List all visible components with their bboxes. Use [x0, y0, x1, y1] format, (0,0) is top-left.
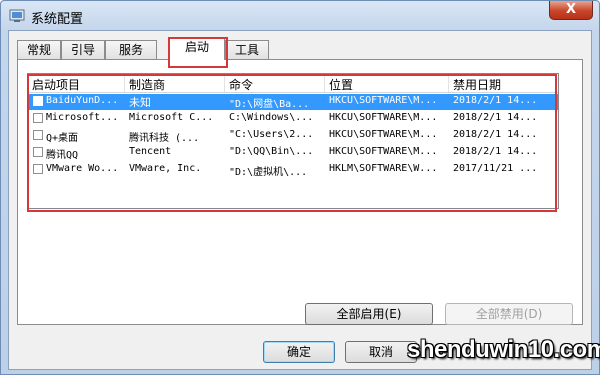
cell-location: HKLM\SOFTWARE\W... [329, 163, 438, 174]
cell-command: "D:\网盘\Ba... [229, 99, 310, 110]
cell-maker: 腾讯科技 (... [129, 133, 200, 144]
list-row[interactable]: Q+桌面 腾讯科技 (... "C:\Users\2... HKCU\SOFTW… [28, 128, 558, 144]
cell-command: C:\Windows\... [229, 112, 314, 123]
column-divider[interactable] [448, 74, 449, 92]
cell-date: 2018/2/1 14... [453, 146, 538, 157]
system-config-icon [9, 9, 25, 22]
cell-location: HKCU\SOFTWARE\M... [329, 112, 438, 123]
column-header-disable-date[interactable]: 禁用日期 [453, 76, 501, 93]
column-header-maker[interactable]: 制造商 [129, 76, 165, 93]
system-config-window: 系统配置 X 常规 引导 服务 启动 工具 启动项目 制造商 命令 位置 禁用日… [0, 0, 600, 375]
window-title: 系统配置 [31, 12, 84, 27]
column-header-command[interactable]: 命令 [229, 76, 253, 93]
cell-maker: 未知 [129, 96, 151, 109]
disable-all-button[interactable]: 全部禁用(D) [445, 303, 573, 325]
cell-location: HKCU\SOFTWARE\M... [329, 146, 438, 157]
startup-tab-highlight [168, 37, 228, 68]
list-row[interactable]: BaiduYunD... 未知 "D:\网盘\Ba... HKCU\SOFTWA… [28, 94, 558, 110]
cell-item: Microsoft... [46, 112, 119, 123]
column-divider[interactable] [224, 74, 225, 92]
dialog-client-area: 常规 引导 服务 启动 工具 启动项目 制造商 命令 位置 禁用日期 Baidu… [8, 30, 592, 370]
startup-checkbox[interactable] [33, 130, 43, 140]
cell-location: HKCU\SOFTWARE\M... [329, 129, 438, 140]
cell-command: "D:\QQ\Bin\... [229, 146, 314, 157]
cell-location: HKCU\SOFTWARE\M... [329, 95, 438, 106]
startup-checkbox[interactable] [33, 96, 43, 106]
watermark-text: shenduwin10.com [407, 336, 600, 363]
tab-boot[interactable]: 引导 [61, 40, 105, 59]
startup-checkbox[interactable] [33, 147, 43, 157]
cell-command: "C:\Users\2... [229, 129, 314, 140]
cell-date: 2018/2/1 14... [453, 129, 538, 140]
cell-date: 2017/11/21 ... [453, 163, 538, 174]
startup-items-list[interactable]: 启动项目 制造商 命令 位置 禁用日期 BaiduYunD... 未知 "D:\… [27, 73, 559, 209]
title-bar[interactable]: 系统配置 [1, 1, 599, 31]
cell-item: 腾讯QQ [46, 150, 79, 161]
cell-item: BaiduYunD... [46, 95, 119, 106]
column-divider[interactable] [124, 74, 125, 92]
column-header-item[interactable]: 启动项目 [32, 76, 80, 93]
tab-services[interactable]: 服务 [105, 40, 157, 59]
tab-tools[interactable]: 工具 [225, 40, 269, 59]
cell-command: "D:\虚拟机\... [229, 167, 308, 178]
tab-general[interactable]: 常规 [17, 40, 61, 59]
cell-item: VMware Wo... [46, 163, 119, 174]
enable-all-button[interactable]: 全部启用(E) [305, 303, 433, 325]
close-button[interactable]: X [549, 1, 593, 20]
list-row[interactable]: 腾讯QQ Tencent "D:\QQ\Bin\... HKCU\SOFTWAR… [28, 145, 558, 161]
ok-button[interactable]: 确定 [263, 341, 335, 363]
cell-date: 2018/2/1 14... [453, 95, 538, 106]
cell-maker: Microsoft C... [129, 112, 214, 123]
startup-checkbox[interactable] [33, 164, 43, 174]
cell-maker: VMware, Inc. [129, 163, 202, 174]
cell-item: Q+桌面 [46, 133, 79, 144]
column-header-location[interactable]: 位置 [329, 76, 353, 93]
list-header: 启动项目 制造商 命令 位置 禁用日期 [28, 74, 558, 93]
cell-maker: Tencent [129, 146, 172, 157]
startup-checkbox[interactable] [33, 113, 43, 123]
list-row[interactable]: Microsoft... Microsoft C... C:\Windows\.… [28, 111, 558, 127]
list-row[interactable]: VMware Wo... VMware, Inc. "D:\虚拟机\... HK… [28, 162, 558, 178]
cell-date: 2018/2/1 14... [453, 112, 538, 123]
column-divider[interactable] [324, 74, 325, 92]
